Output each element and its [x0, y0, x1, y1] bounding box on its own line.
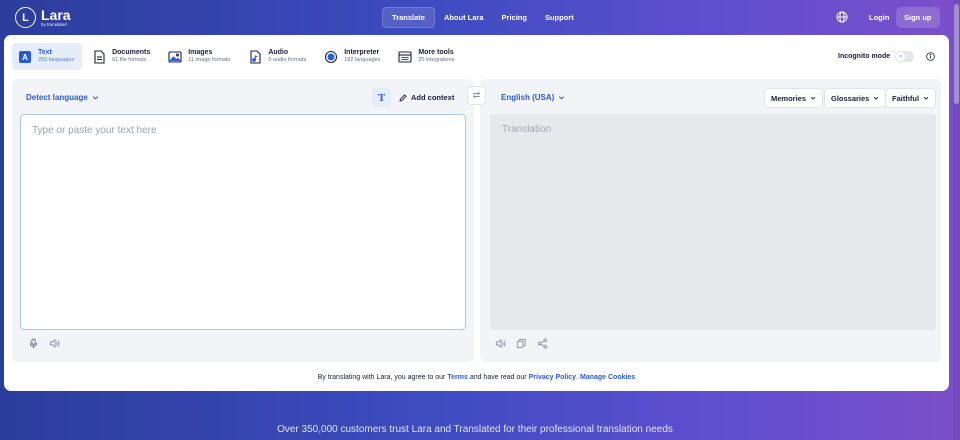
target-actions — [495, 338, 548, 349]
tab-text[interactable]: A Text 203 languages — [12, 43, 83, 70]
tab-more-tools[interactable]: More tools 20 integrations — [392, 43, 462, 70]
copy-icon[interactable] — [516, 338, 527, 349]
tab-text-sub: 203 languages — [38, 57, 75, 64]
target-language-select[interactable]: English (USA) — [501, 93, 565, 102]
tab-interpreter-title: Interpreter — [344, 49, 380, 57]
style-dropdown[interactable]: Faithful — [885, 88, 937, 108]
chevron-down-icon — [874, 96, 879, 100]
tab-audio[interactable]: Audio 5 audio formats — [242, 43, 314, 70]
add-context-button[interactable]: Add context — [399, 93, 454, 102]
tab-images-title: Images — [188, 49, 213, 57]
top-navigation: L Lara by translated Translate About Lar… — [0, 0, 960, 35]
tab-more-tools-sub: 20 integrations — [418, 57, 455, 64]
info-icon[interactable] — [926, 52, 935, 61]
mode-tabs: A Text 203 languages Documents 61 file f… — [12, 43, 466, 70]
logo-subtitle: by translated — [41, 21, 67, 27]
incognito-mode: Incognito mode × — [838, 51, 915, 62]
speaker-icon[interactable] — [49, 338, 60, 349]
terms-link[interactable]: Terms — [447, 374, 468, 381]
document-icon — [94, 49, 105, 64]
tab-audio-title: Audio — [268, 49, 289, 57]
signup-button[interactable]: Sign up — [896, 7, 940, 28]
nav-translate[interactable]: Translate — [382, 7, 435, 28]
glossaries-label: Glossaries — [831, 93, 870, 103]
incognito-label: Incognito mode — [838, 53, 891, 60]
style-label: Faithful — [892, 93, 920, 103]
nav-support[interactable]: Support — [536, 7, 583, 28]
translation-output: Translation — [490, 114, 936, 330]
source-language-label: Detect language — [26, 93, 88, 102]
microphone-icon[interactable] — [28, 338, 39, 349]
image-icon — [168, 50, 182, 63]
target-language-label: English (USA) — [501, 93, 555, 102]
page-scrollbar[interactable] — [953, 0, 960, 440]
trust-statement: Over 350,000 customers trust Lara and Tr… — [277, 424, 673, 435]
manage-cookies-link[interactable]: Manage Cookies — [580, 374, 635, 381]
chevron-down-icon — [92, 96, 98, 100]
text-icon: A — [19, 50, 31, 63]
source-actions — [28, 338, 60, 349]
chevron-down-icon — [559, 96, 565, 100]
tab-documents-sub: 61 file formats — [112, 57, 147, 64]
tab-images-sub: 11 image formats — [188, 57, 231, 64]
translator-card: A Text 203 languages Documents 61 file f… — [4, 35, 949, 391]
source-text-input[interactable]: Type or paste your text here — [20, 114, 466, 330]
interpreter-icon — [325, 50, 338, 63]
logo-mark: L — [15, 7, 36, 28]
terms-prefix: By translating with Lara, you agree to o… — [317, 374, 446, 381]
terms-dot: . — [576, 374, 579, 381]
tab-text-title: Text — [38, 49, 52, 57]
tab-documents[interactable]: Documents 61 file formats — [86, 43, 158, 70]
privacy-policy-link[interactable]: Privacy Policy — [529, 374, 576, 381]
tab-interpreter[interactable]: Interpreter 182 languages — [318, 43, 388, 70]
source-panel: Detect language T Add context Type or pa… — [12, 79, 474, 362]
nav-about[interactable]: About Lara — [435, 7, 493, 28]
share-icon[interactable] — [537, 338, 548, 349]
tab-audio-sub: 5 audio formats — [268, 57, 307, 64]
globe-icon[interactable] — [836, 11, 848, 23]
terms-notice: By translating with Lara, you agree to o… — [4, 374, 949, 381]
incognito-toggle[interactable]: × — [895, 51, 915, 62]
chevron-down-icon — [810, 96, 816, 100]
text-format-button[interactable]: T — [372, 88, 391, 107]
chevron-down-icon — [923, 96, 929, 100]
tools-icon — [398, 50, 412, 63]
speaker-icon[interactable] — [495, 338, 506, 349]
audio-file-icon — [250, 49, 261, 64]
tab-interpreter-sub: 182 languages — [344, 57, 381, 64]
toggle-knob: × — [896, 52, 906, 61]
scrollbar-thumb[interactable] — [954, 4, 959, 104]
memories-label: Memories — [771, 93, 807, 103]
nav-pricing[interactable]: Pricing — [493, 7, 536, 28]
pencil-icon — [399, 93, 407, 102]
tab-more-tools-title: More tools — [418, 49, 454, 57]
login-button[interactable]: Login — [861, 7, 897, 28]
swap-languages-button[interactable]: ⇄ — [467, 86, 486, 105]
nav-links: Translate About Lara Pricing Support — [382, 7, 583, 28]
lara-logo[interactable]: L Lara by translated — [15, 7, 71, 28]
add-context-label: Add context — [411, 93, 455, 102]
source-language-select[interactable]: Detect language — [26, 93, 99, 102]
terms-middle: and have read our — [469, 374, 527, 381]
glossaries-dropdown[interactable]: Glossaries — [824, 88, 887, 108]
memories-dropdown[interactable]: Memories — [764, 88, 824, 108]
tab-documents-title: Documents — [112, 49, 151, 57]
svg-text:A: A — [22, 53, 28, 62]
tab-images[interactable]: Images 11 image formats — [162, 43, 238, 70]
logo-name: Lara — [41, 6, 71, 23]
target-panel: English (USA) Memories Glossaries Faithf… — [480, 79, 941, 362]
